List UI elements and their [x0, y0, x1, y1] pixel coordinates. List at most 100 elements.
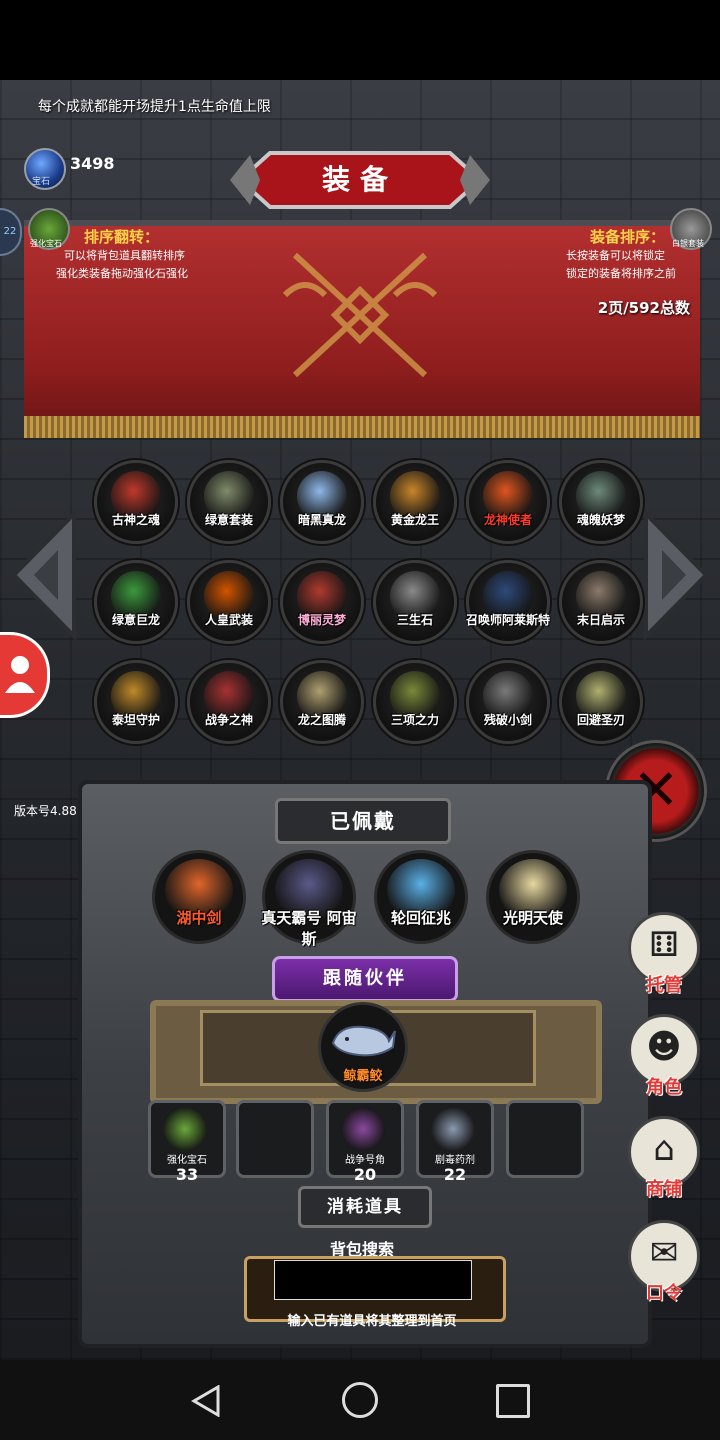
- consumable-slot[interactable]: [506, 1100, 584, 1178]
- item-label: 残破小剑: [483, 713, 532, 727]
- item-label: 暗黑真龙: [297, 513, 346, 527]
- item-slot[interactable]: 魂魄妖梦: [559, 460, 643, 544]
- item-label: 古神之魂: [111, 513, 160, 527]
- character-icon: ☻: [646, 1027, 682, 1067]
- equipped-title: 已佩戴: [330, 809, 396, 833]
- user-icon: [5, 656, 35, 693]
- consumable-count: 20: [353, 1165, 377, 1184]
- companion-header: 跟随伙伴: [272, 956, 458, 1002]
- banner-fringe: [24, 416, 700, 438]
- item-label: 魂魄妖梦: [576, 513, 625, 527]
- item-slot[interactable]: 三生石: [373, 560, 457, 644]
- item-label: 黄金龙王: [390, 513, 439, 527]
- sort-equip-desc-2: 锁定的装备将排序之前: [566, 267, 676, 280]
- consumable-slot[interactable]: 强化宝石 33: [148, 1100, 226, 1184]
- item-label: 三项之力: [390, 713, 439, 727]
- page-title: 装备: [321, 163, 398, 196]
- title-plate-label-wrap: 装备: [230, 145, 490, 215]
- page-info: 2页/592总数: [597, 299, 690, 317]
- consumable-slot[interactable]: [236, 1100, 314, 1178]
- item-slot[interactable]: 博丽灵梦: [280, 560, 364, 644]
- gem-label: 宝石: [32, 177, 51, 187]
- side-menu-item[interactable]: ✉ 口令: [628, 1220, 700, 1304]
- equipped-label: 光明天使: [502, 909, 563, 927]
- item-label: 泰坦守护: [111, 713, 160, 727]
- consumable-name: 战争号角: [345, 1155, 385, 1166]
- item-slot[interactable]: 古神之魂: [94, 460, 178, 544]
- enhance-gem-slot-label: 强化宝石: [30, 239, 62, 248]
- consumable-name: 强化宝石: [167, 1155, 207, 1166]
- achievement-tip: 每个成就都能开场提升1点生命值上限: [38, 99, 271, 115]
- consumables-title: 消耗道具: [327, 1197, 403, 1217]
- version-label: 版本号4.88: [14, 804, 77, 818]
- home-icon[interactable]: [342, 1382, 378, 1418]
- equipped-slot[interactable]: 真天霸号 阿宙斯: [261, 850, 357, 948]
- item-label: 绿意巨龙: [111, 613, 160, 627]
- equipped-label: 轮回征兆: [390, 909, 451, 927]
- item-slot[interactable]: 三项之力: [373, 660, 457, 744]
- consumable-icon: [163, 1107, 207, 1151]
- sort-flip-desc-2: 强化类装备拖动强化石强化: [56, 267, 188, 280]
- companion-pet[interactable]: 鲸霸鲛: [318, 1002, 408, 1092]
- silver-set-slot-label: 白银套装: [672, 239, 704, 248]
- item-slot[interactable]: 人皇武装: [187, 560, 271, 644]
- item-label: 战争之神: [204, 713, 253, 727]
- side-menu-item[interactable]: ☻ 角色: [628, 1014, 700, 1098]
- sort-equip-title[interactable]: 装备排序：: [590, 226, 665, 247]
- item-label: 龙神使者: [483, 513, 532, 527]
- prev-page-arrow[interactable]: [8, 510, 78, 640]
- game-screen: 每个成就都能开场提升1点生命值上限 宝石 3498 22 装备 强化宝石 白银套…: [0, 80, 720, 1360]
- item-slot[interactable]: 龙神使者: [466, 460, 550, 544]
- item-label: 三生石: [396, 613, 433, 627]
- gem-count: 3498: [70, 154, 115, 173]
- item-label: 绿意套装: [204, 513, 253, 527]
- equipped-slot[interactable]: 光明天使: [486, 850, 580, 944]
- sort-equip-desc-1: 长按装备可以将锁定: [566, 249, 665, 262]
- consumable-count: 33: [175, 1165, 199, 1184]
- dice-icon: ⚅: [649, 925, 679, 965]
- side-menu-label: 口令: [646, 1283, 682, 1304]
- equipped-label: 湖中剑: [176, 909, 222, 927]
- search-hint: 输入已有道具将其整理到首页: [287, 1314, 457, 1329]
- item-slot[interactable]: 回避圣刃: [559, 660, 643, 744]
- whale-icon: [331, 1025, 396, 1057]
- sort-flip-title[interactable]: 排序翻转：: [84, 226, 159, 247]
- item-label: 召唤师阿莱斯特: [465, 613, 550, 627]
- item-slot[interactable]: 绿意套装: [187, 460, 271, 544]
- item-slot[interactable]: 泰坦守护: [94, 660, 178, 744]
- equipped-header: 已佩戴: [275, 798, 451, 844]
- consumable-icon: [431, 1107, 475, 1151]
- item-label: 龙之图腾: [297, 713, 346, 727]
- item-slot[interactable]: 战争之神: [187, 660, 271, 744]
- item-slot[interactable]: 绿意巨龙: [94, 560, 178, 644]
- consumable-slot[interactable]: 剧毒药剂 22: [416, 1100, 494, 1184]
- item-label: 回避圣刃: [576, 713, 625, 727]
- item-slot[interactable]: 残破小剑: [466, 660, 550, 744]
- side-menu-label: 角色: [646, 1077, 682, 1098]
- equipped-slot[interactable]: 湖中剑: [152, 850, 246, 944]
- side-menu-item[interactable]: ⚅ 托管: [628, 912, 700, 996]
- item-label: 博丽灵梦: [297, 613, 346, 627]
- consumable-icon: [341, 1107, 385, 1151]
- equipped-slot[interactable]: 轮回征兆: [374, 850, 468, 944]
- scroll-icon: ✉: [649, 1233, 679, 1273]
- recent-apps-icon[interactable]: [496, 1384, 530, 1418]
- back-icon[interactable]: [190, 1385, 222, 1417]
- status-bar: [0, 0, 720, 80]
- item-slot[interactable]: 召唤师阿莱斯特: [466, 560, 550, 644]
- item-slot[interactable]: 末日启示: [559, 560, 643, 644]
- item-slot[interactable]: 龙之图腾: [280, 660, 364, 744]
- crossed-swords-emblem: [282, 252, 438, 378]
- consumable-name: 剧毒药剂: [435, 1155, 475, 1166]
- item-slot[interactable]: 黄金龙王: [373, 460, 457, 544]
- equipped-label: 真天霸号 阿宙斯: [261, 909, 357, 948]
- next-page-arrow[interactable]: [642, 510, 712, 640]
- gem-counter: 宝石 3498: [24, 148, 134, 190]
- side-menu-item[interactable]: ⌂ 商铺: [628, 1116, 700, 1200]
- side-menu-label: 商铺: [646, 1179, 682, 1200]
- consumable-slot[interactable]: 战争号角 20: [326, 1100, 404, 1184]
- search-input[interactable]: [274, 1260, 472, 1300]
- consumables-header: 消耗道具: [298, 1186, 432, 1228]
- item-slot[interactable]: 暗黑真龙: [280, 460, 364, 544]
- consumable-count: 22: [443, 1165, 467, 1184]
